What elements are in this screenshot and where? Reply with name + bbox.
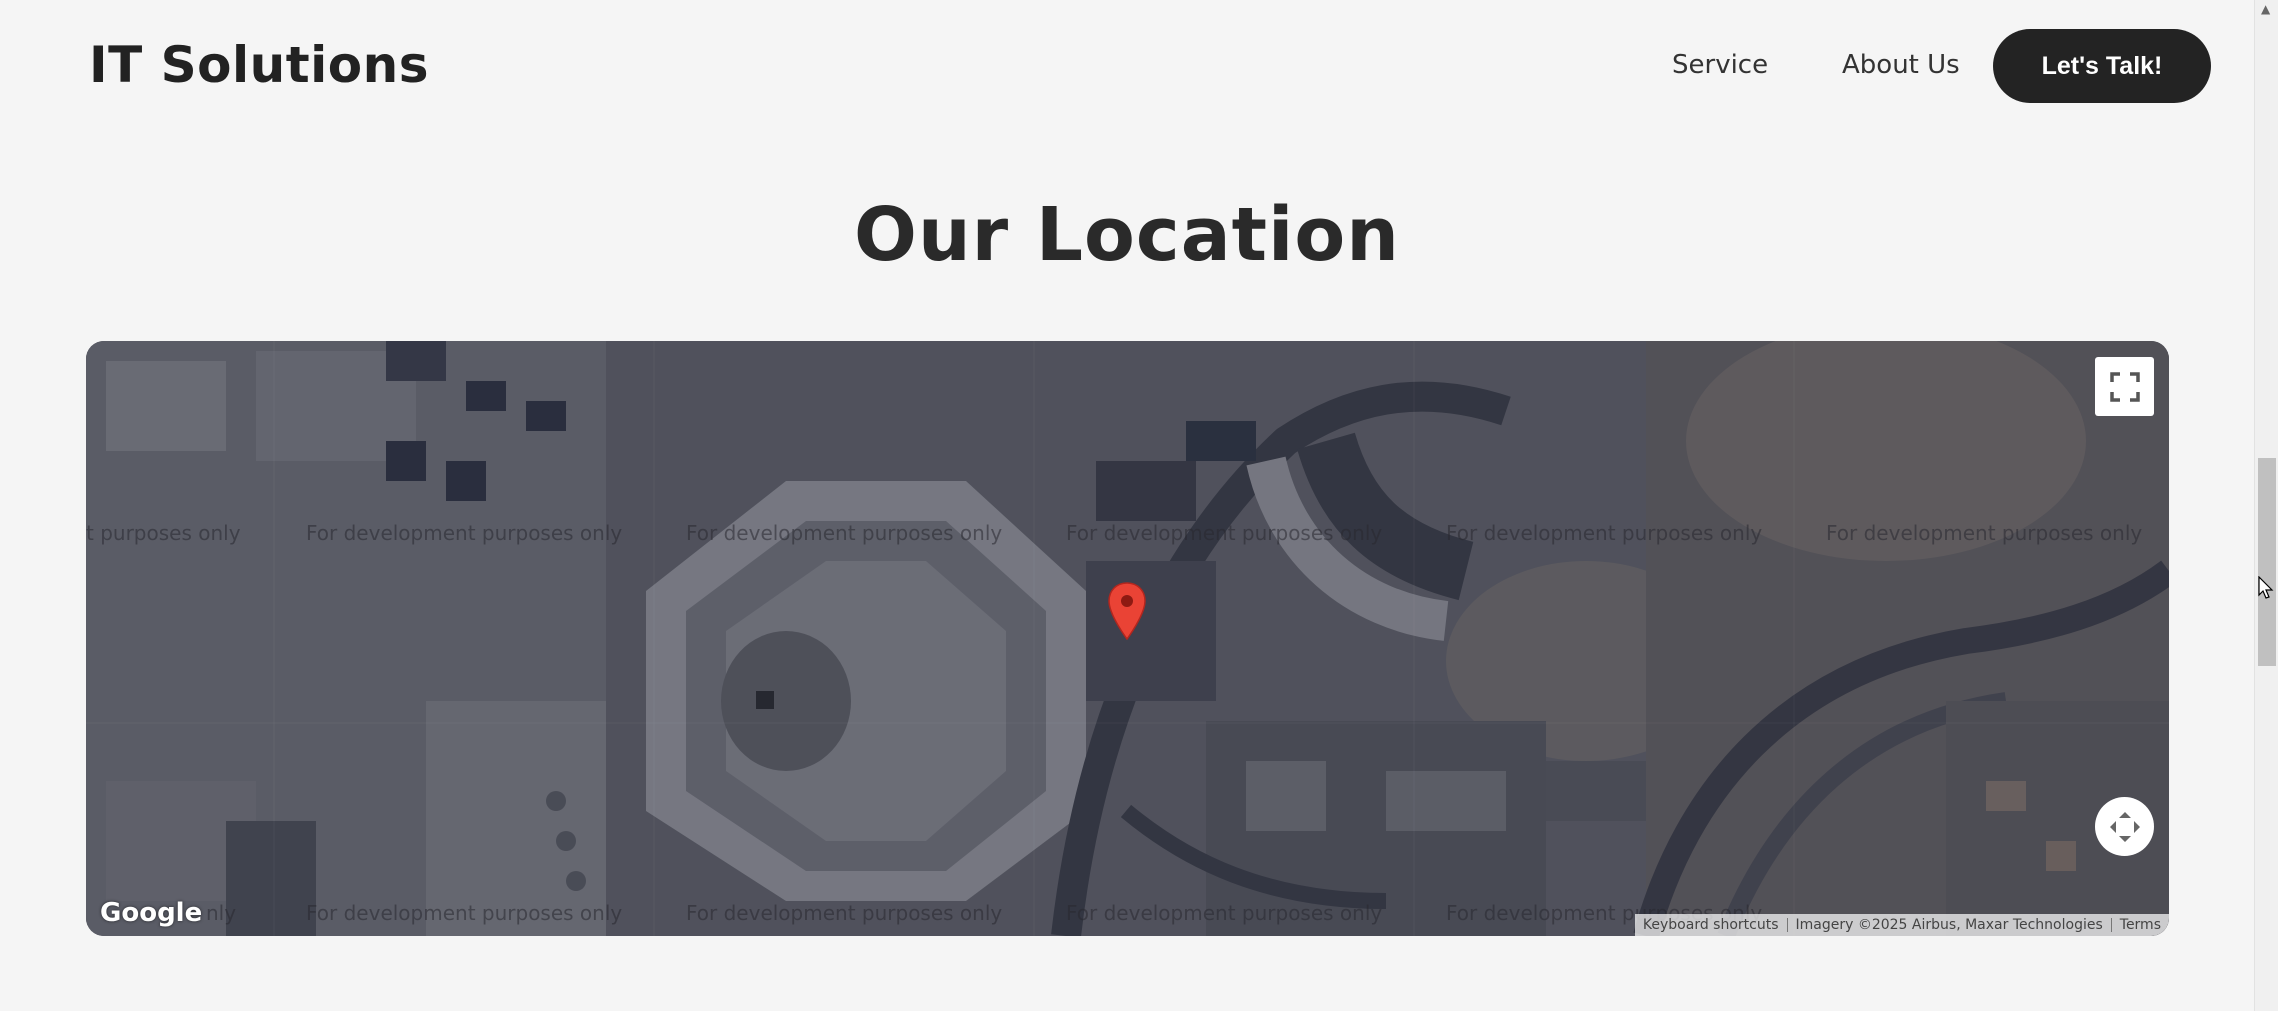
scroll-up-arrow-icon[interactable]: ▲: [2261, 2, 2270, 16]
camera-control-icon: [2109, 811, 2140, 842]
nav-about-link[interactable]: About Us: [1842, 50, 1960, 80]
map-pin-icon[interactable]: [1108, 582, 1146, 640]
map-watermark: For development purposes only: [686, 521, 1003, 545]
camera-control-button[interactable]: [2095, 797, 2154, 856]
fullscreen-icon: [2109, 371, 2140, 402]
map-watermark: For development purposes only: [1066, 521, 1383, 545]
page-scrollbar[interactable]: ▲: [2254, 0, 2278, 1011]
map-watermark: For development purposes only: [1066, 901, 1383, 925]
keyboard-shortcuts-link[interactable]: Keyboard shortcuts: [1635, 917, 1787, 933]
scrollbar-thumb[interactable]: [2258, 458, 2276, 666]
map-watermark: For development purposes only: [306, 901, 623, 925]
map-watermark: For development purposes only: [1446, 521, 1763, 545]
page: IT Solutions Service About Us Let's Talk…: [0, 0, 2278, 1011]
nav-service-link[interactable]: Service: [1672, 50, 1768, 80]
google-logo: Google: [100, 898, 203, 928]
terms-link[interactable]: Terms: [2112, 917, 2169, 933]
map-attribution-bar: Keyboard shortcuts Imagery ©2025 Airbus,…: [1634, 914, 2169, 936]
site-header: IT Solutions Service About Us Let's Talk…: [0, 0, 2254, 135]
map-watermark: For development purposes only: [306, 521, 623, 545]
location-map[interactable]: t purposes only For development purposes…: [86, 341, 2169, 936]
section-title: Our Location: [854, 192, 1400, 278]
imagery-credit: Imagery ©2025 Airbus, Maxar Technologies: [1795, 917, 2103, 933]
fullscreen-button[interactable]: [2095, 357, 2154, 416]
map-watermark: For development purposes only: [1826, 521, 2143, 545]
map-watermark: nly: [206, 901, 237, 925]
brand-logo[interactable]: IT Solutions: [89, 36, 429, 94]
map-watermark: For development purposes only: [686, 901, 1003, 925]
mouse-cursor-icon: [2258, 576, 2274, 599]
lets-talk-button[interactable]: Let's Talk!: [1993, 29, 2211, 103]
map-watermark: t purposes only: [86, 521, 241, 545]
